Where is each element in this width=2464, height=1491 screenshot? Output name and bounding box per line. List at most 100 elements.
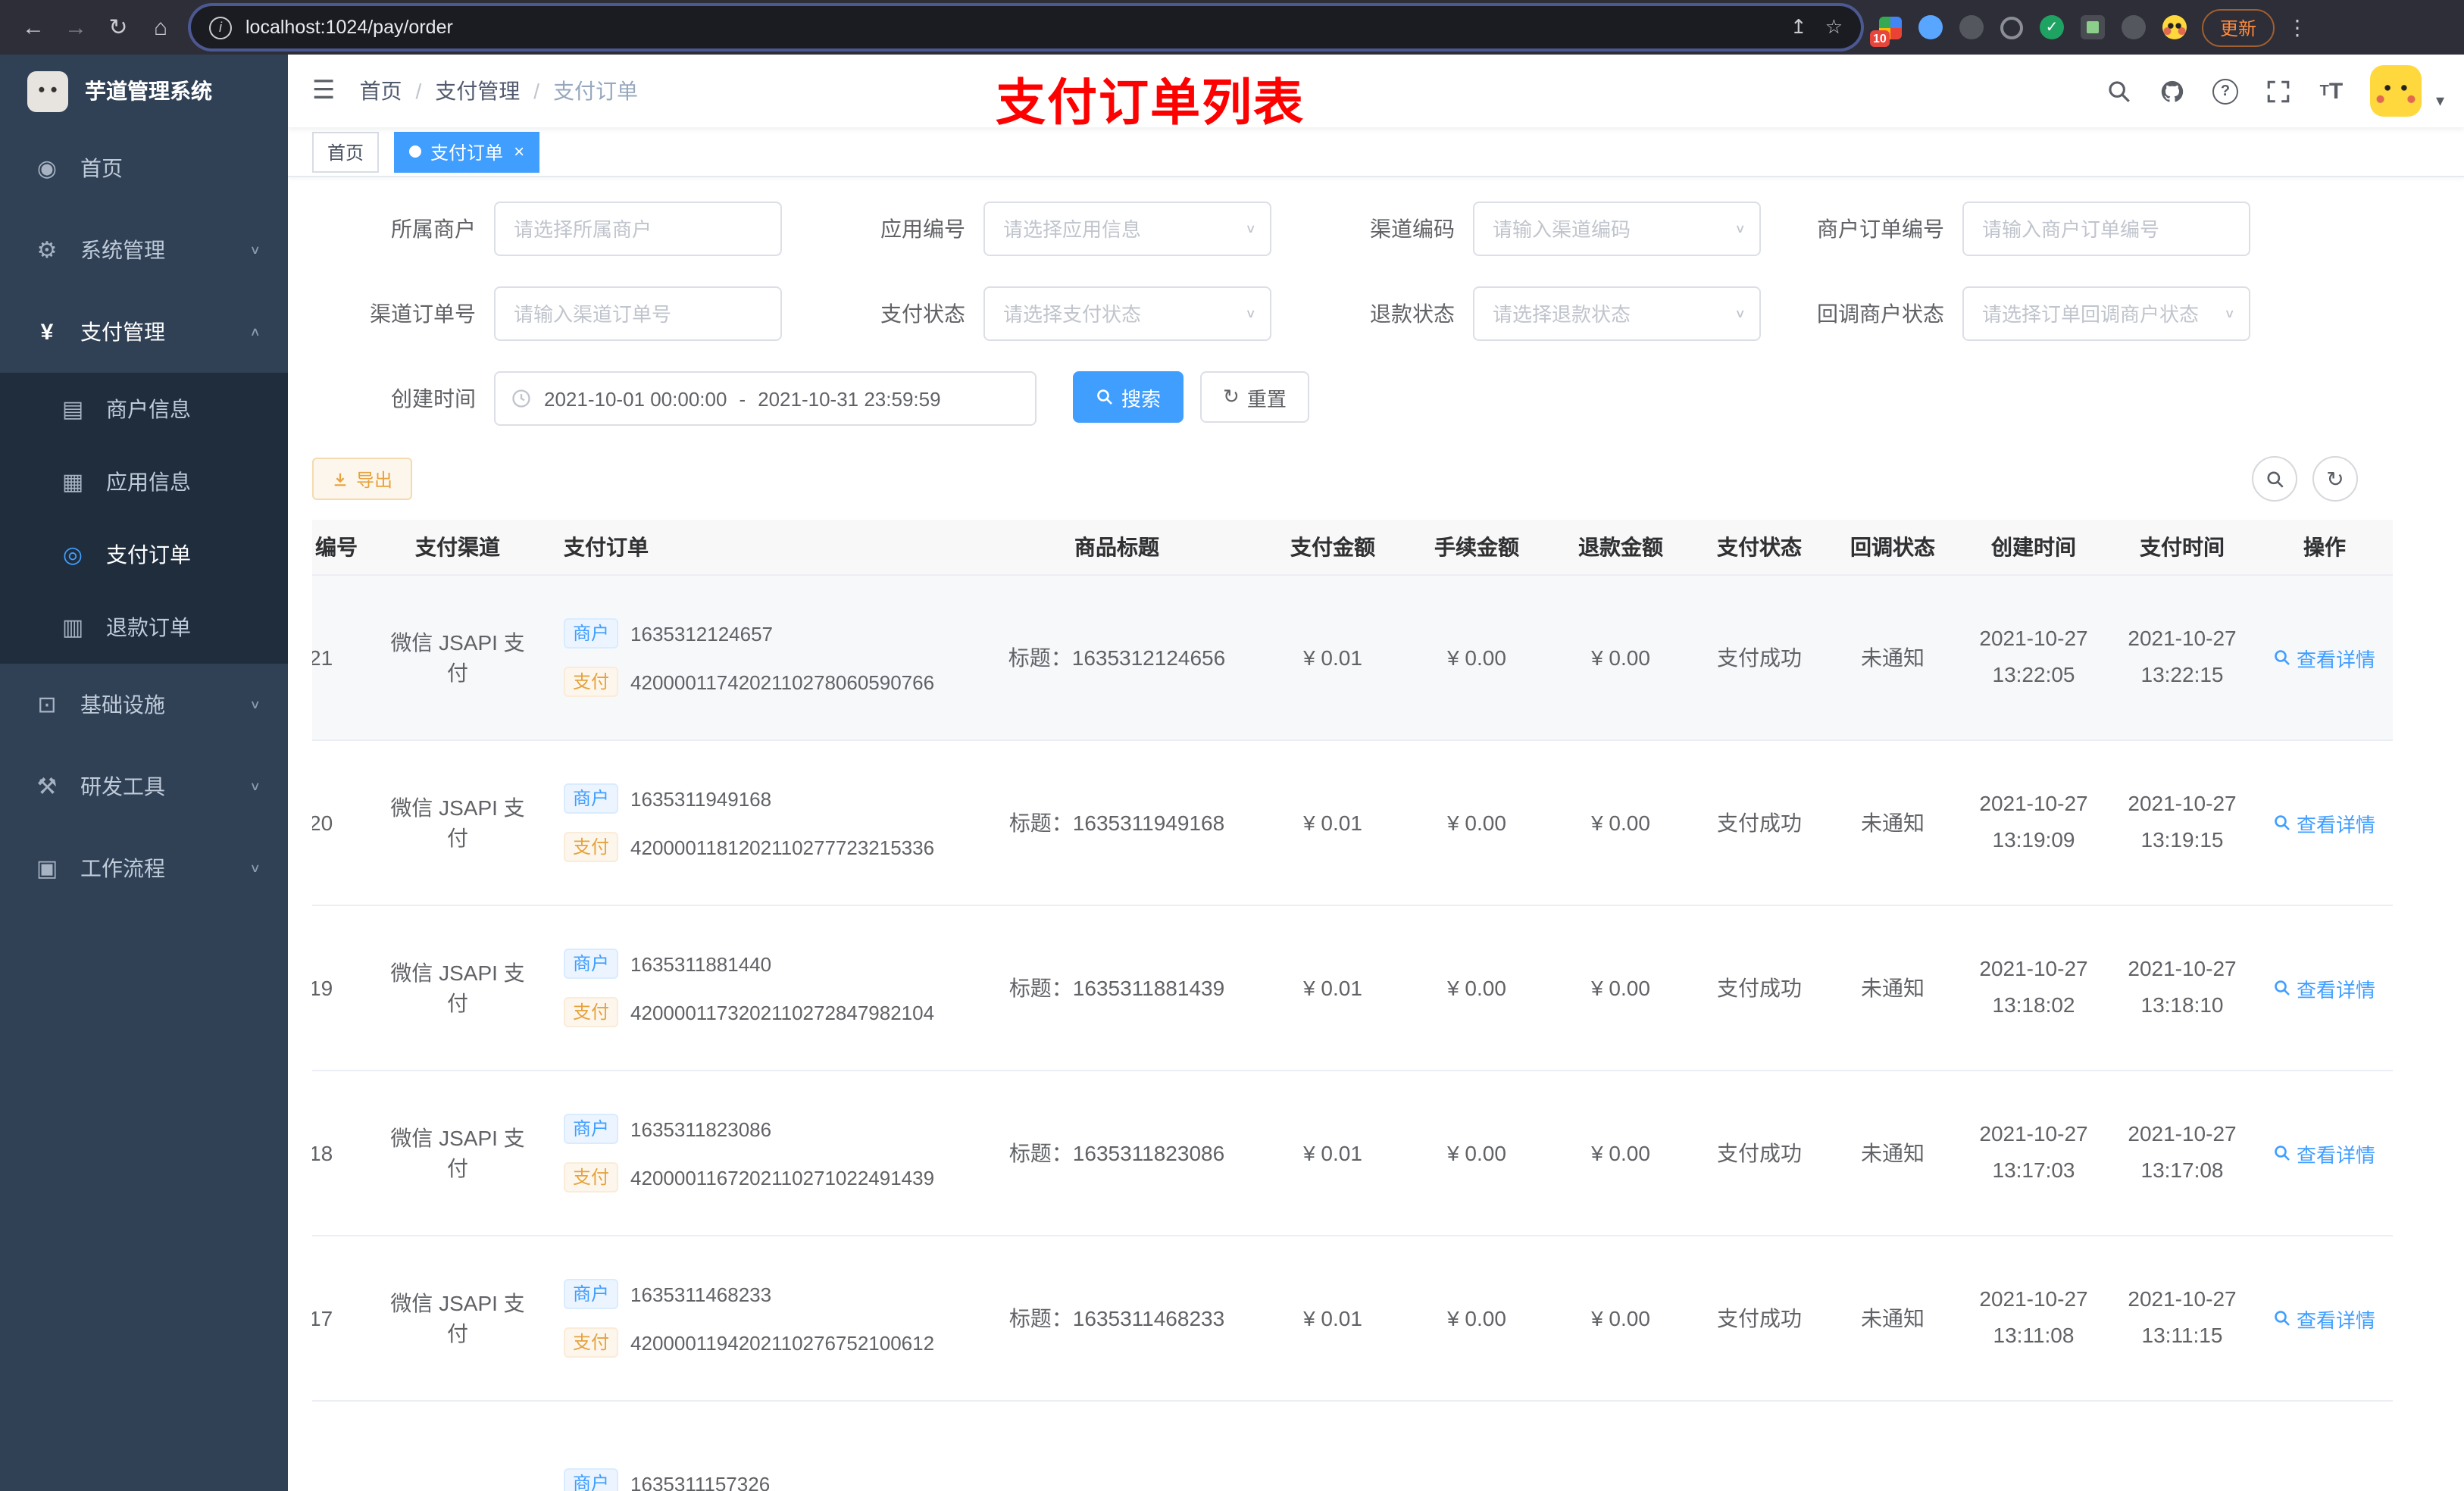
pay-tag: 支付 (564, 832, 619, 862)
browser-refresh-icon[interactable]: ↻ (97, 6, 139, 48)
channel-order-no-input[interactable] (496, 288, 780, 339)
extension-icon[interactable] (2081, 15, 2105, 39)
pay-order-cell: 商户 1635311881440 支付 42000011732021102728479… (533, 905, 973, 1071)
merchant-order-no-input[interactable] (1964, 203, 2249, 255)
grid-icon: ▦ (61, 470, 84, 495)
browser-home-icon[interactable]: ⌂ (139, 6, 182, 48)
pay-order-cell: 商户 1635311157326 (533, 1401, 973, 1491)
date-range-picker[interactable]: 2021-10-01 00:00:00 - 2021-10-31 23:59:5… (494, 371, 1037, 426)
search-button[interactable]: 搜索 (1073, 371, 1184, 423)
view-detail-link[interactable]: 查看详情 (2274, 1139, 2375, 1167)
filter-row: 渠道订单号 支付状态 ∨ 退款状态 ∨ 回调商户状态 ∨ (312, 286, 2440, 341)
url-text[interactable]: localhost:1024/pay/order (245, 17, 1772, 38)
navbar-actions: ? TT ▾ (2106, 65, 2464, 117)
font-size-icon[interactable]: TT (2318, 77, 2345, 105)
tab-pay-order[interactable]: 支付订单 × (394, 131, 540, 172)
search-icon[interactable] (2106, 77, 2133, 105)
refresh-table-button[interactable]: ↻ (2312, 456, 2358, 502)
reset-button[interactable]: ↻ 重置 (1200, 371, 1309, 423)
toggle-search-button[interactable] (2252, 456, 2297, 502)
extension-icon[interactable] (2000, 16, 2023, 39)
sidebar-item-workflow[interactable]: ▣ 工作流程 ∨ (0, 827, 288, 909)
notify-status-select[interactable] (1964, 288, 2249, 339)
browser-menu-icon[interactable]: ⋮ (2287, 14, 2308, 40)
sidebar-item-infrastructure[interactable]: ⊡ 基础设施 ∨ (0, 664, 288, 746)
filter-merchant-order-no: 商户订单编号 (1781, 202, 2250, 256)
create-time-cell: 2021-10-27 13:22:05 (1959, 575, 2108, 741)
export-button[interactable]: 导出 (312, 458, 413, 500)
extension-icon[interactable]: 10 (1870, 16, 1902, 46)
merchant-order-no: 1635311823086 (630, 1117, 772, 1140)
view-detail-link[interactable]: 查看详情 (2274, 974, 2375, 1002)
breadcrumb-home[interactable]: 首页 (360, 76, 402, 106)
breadcrumb-current: 支付订单 (553, 79, 639, 103)
pay-channel-cell: 微信 JSAPI 支付 (382, 740, 533, 906)
col-header-fee: 手续金额 (1405, 520, 1549, 576)
app-title: 芋道管理系统 (85, 79, 212, 103)
share-icon[interactable]: ↥ (1790, 15, 1807, 39)
pay-order-cell: 商户 1635312124657 支付 42000011742021102780605… (533, 575, 973, 741)
fullscreen-icon[interactable] (2265, 77, 2292, 105)
merchant-filter-input[interactable] (496, 203, 780, 255)
help-icon[interactable]: ? (2212, 77, 2239, 105)
page-title: 支付订单列表 (996, 74, 1305, 130)
filter-create-time: 创建时间 2021-10-01 00:00:00 - 2021-10-31 23… (312, 371, 1037, 426)
site-info-icon[interactable]: i (209, 16, 232, 39)
github-icon[interactable] (2159, 77, 2186, 105)
sidebar-item-refund-order[interactable]: ▥ 退款订单 (0, 591, 288, 664)
merchant-tag: 商户 (564, 949, 619, 979)
extension-pin-icon[interactable] (2122, 15, 2146, 39)
address-bar[interactable]: i localhost:1024/pay/order ↥ ☆ (191, 6, 1861, 48)
goods-title-cell: 标题：1635311823086 (973, 1071, 1261, 1236)
goods-title-cell: 标题：1635311881439 (973, 905, 1261, 1071)
refund-amount-cell (1549, 1401, 1693, 1491)
sidebar-item-system[interactable]: ⚙ 系统管理 ∨ (0, 209, 288, 291)
view-detail-link[interactable]: 查看详情 (2274, 643, 2375, 672)
sidebar-item-merchant-info[interactable]: ▤ 商户信息 (0, 373, 288, 445)
actions-cell (2256, 1401, 2393, 1491)
app-logo[interactable]: 芋道管理系统 (0, 55, 288, 127)
magnifier-icon (2275, 650, 2290, 665)
channel-code-select[interactable] (1474, 203, 1759, 255)
browser-forward-icon[interactable]: → (55, 6, 97, 48)
extension-icon[interactable] (1959, 15, 1984, 39)
browser-back-icon[interactable]: ← (12, 6, 55, 48)
order-id-cell: 17 (312, 1236, 382, 1402)
refund-amount-cell: ¥ 0.00 (1549, 905, 1693, 1071)
view-detail-link[interactable]: 查看详情 (2274, 1304, 2375, 1333)
tab-home[interactable]: 首页 (312, 131, 380, 172)
avatar-caret-icon[interactable]: ▾ (2436, 91, 2444, 111)
breadcrumb: 首页 / 支付管理 / 支付订单 (360, 76, 639, 106)
extension-icon[interactable] (1918, 15, 1943, 39)
pay-channel-cell: 微信 JSAPI 支付 (382, 575, 533, 741)
chevron-down-icon: ∨ (249, 861, 261, 875)
refund-status-select[interactable] (1474, 288, 1759, 339)
notify-status-cell: 未通知 (1826, 1236, 1959, 1402)
extension-icon[interactable]: ✓ (2040, 15, 2064, 39)
sidebar-item-home[interactable]: ◉ 首页 (0, 127, 288, 209)
sidebar-item-pay-order[interactable]: ◎ 支付订单 (0, 518, 288, 591)
browser-update-button[interactable]: 更新 (2202, 8, 2275, 46)
col-header-order: 支付订单 (533, 520, 973, 576)
user-avatar[interactable] (2370, 65, 2422, 117)
filter-row: 创建时间 2021-10-01 00:00:00 - 2021-10-31 23… (312, 371, 2440, 426)
pay-status-select[interactable] (985, 288, 1270, 339)
view-detail-link[interactable]: 查看详情 (2274, 808, 2375, 837)
channel-pay-no: 4200001194202110276752100612 (630, 1331, 935, 1354)
sidebar-item-payment[interactable]: ¥ 支付管理 ∧ (0, 291, 288, 373)
sidebar-item-app-info[interactable]: ▦ 应用信息 (0, 445, 288, 518)
pay-status-cell: 支付成功 (1693, 1071, 1826, 1236)
pay-channel-cell: 微信 JSAPI 支付 (382, 1071, 533, 1236)
sidebar-item-dev-tools[interactable]: ⚒ 研发工具 ∨ (0, 746, 288, 827)
profile-avatar[interactable] (2162, 15, 2187, 39)
table-row: 20微信 JSAPI 支付商户 1635311949168 支付 4200001181… (312, 740, 2393, 906)
breadcrumb-payment[interactable]: 支付管理 (435, 76, 520, 106)
pay-status-cell: 支付成功 (1693, 740, 1826, 906)
chevron-down-icon: ∨ (1245, 222, 1256, 236)
goods-title-cell: 标题：1635312124656 (973, 575, 1261, 741)
hamburger-icon[interactable]: ☰ (312, 76, 336, 106)
app-id-select[interactable] (985, 203, 1270, 255)
bookmark-star-icon[interactable]: ☆ (1825, 15, 1843, 39)
close-icon[interactable]: × (514, 142, 524, 161)
refund-amount-cell: ¥ 0.00 (1549, 740, 1693, 906)
